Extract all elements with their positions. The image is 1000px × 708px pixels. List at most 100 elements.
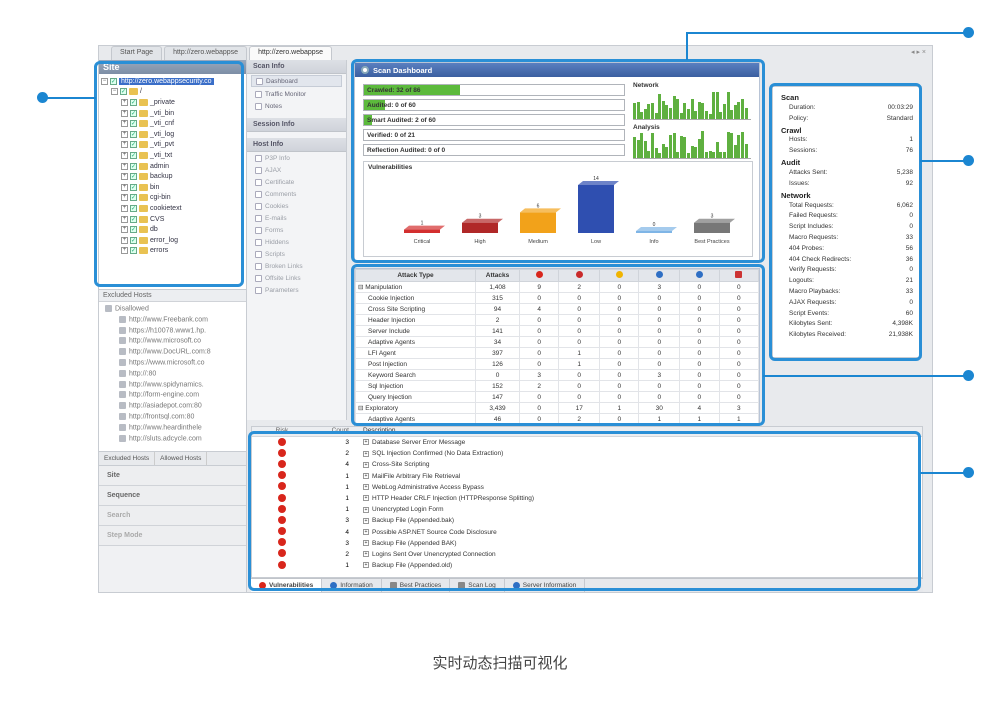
expand-icon[interactable]: + xyxy=(121,141,128,149)
tab-excluded-hosts[interactable]: Excluded Hosts xyxy=(99,452,156,465)
host-info-item[interactable]: Broken Links xyxy=(247,260,346,272)
host-info-item[interactable]: Offsite Links xyxy=(247,272,346,284)
tree-item[interactable]: + ✓ _vti_bin xyxy=(101,108,244,119)
tree-item[interactable]: + ✓ _vti_cnf xyxy=(101,118,244,129)
expand-icon[interactable]: + xyxy=(363,540,369,547)
log-row[interactable]: 1 + HTTP Header CRLF Injection (HTTPRespon… xyxy=(252,493,922,504)
checkbox-icon[interactable]: ✓ xyxy=(130,151,137,159)
tab-site-2[interactable]: http://zero.webappse xyxy=(249,46,333,60)
attack-row[interactable]: Header Injection 2 0 0 0 0 0 0 xyxy=(355,314,759,326)
tree-item[interactable]: + ✓ _vti_txt xyxy=(101,150,244,161)
attack-row[interactable]: Post Injection 126 0 1 0 0 0 0 xyxy=(355,358,759,370)
tab-vulnerabilities[interactable]: Vulnerabilities xyxy=(251,579,323,592)
tree-item[interactable]: + ✓ error_log xyxy=(101,235,244,246)
checkbox-icon[interactable]: ✓ xyxy=(130,204,137,212)
tab-server-information[interactable]: Server Information xyxy=(505,579,586,592)
host-info-item[interactable]: E-mails xyxy=(247,212,346,224)
tree-item[interactable]: + ✓ cgi-bin xyxy=(101,193,244,204)
severity-column-header[interactable] xyxy=(679,269,720,282)
tree-item[interactable]: + ✓ backup xyxy=(101,171,244,182)
attack-row[interactable]: Server Include 141 0 0 0 0 0 0 xyxy=(355,325,759,337)
tab-scan-log[interactable]: Scan Log xyxy=(450,579,505,592)
log-row[interactable]: 1 + Backup File (Appended.old) xyxy=(252,560,922,571)
log-row[interactable]: 2 + Logins Sent Over Unencrypted Connectio… xyxy=(252,549,922,560)
expand-icon[interactable]: + xyxy=(121,109,128,117)
host-info-item[interactable]: Cookies xyxy=(247,200,346,212)
tree-item[interactable]: + ✓ _private xyxy=(101,97,244,108)
expand-icon[interactable]: + xyxy=(363,517,369,524)
checkbox-icon[interactable]: ✓ xyxy=(130,215,137,223)
excluded-host-item[interactable]: http://sluts.adcycle.com xyxy=(105,434,240,446)
expand-icon[interactable]: + xyxy=(121,236,128,244)
checkbox-icon[interactable]: ✓ xyxy=(130,109,137,117)
window-controls[interactable]: ◂ ▸ × xyxy=(911,48,926,56)
log-row[interactable]: 2 + SQL Injection Confirmed (No Data Extra… xyxy=(252,448,922,459)
checkbox-icon[interactable]: ✓ xyxy=(130,236,137,244)
expand-icon[interactable]: + xyxy=(363,472,369,479)
expand-icon[interactable]: + xyxy=(121,130,128,138)
nav-search[interactable]: Search xyxy=(99,506,246,526)
expand-icon[interactable]: + xyxy=(121,194,128,202)
attack-row[interactable]: Keyword Search 0 3 0 0 3 0 0 xyxy=(355,369,759,381)
log-row[interactable]: 1 + Unencrypted Login Form xyxy=(252,504,922,515)
expand-icon[interactable]: + xyxy=(363,495,369,502)
tree-item[interactable]: + ✓ _vti_pvt xyxy=(101,140,244,151)
log-row[interactable]: 4 + Possible ASP.NET Source Code Disclosur… xyxy=(252,527,922,538)
excluded-host-item[interactable]: http://form-engine.com xyxy=(105,391,240,402)
col-count[interactable]: Count xyxy=(312,427,357,436)
checkbox-icon[interactable]: ✓ xyxy=(130,247,137,255)
checkbox-icon[interactable]: ✓ xyxy=(130,130,137,138)
attack-row[interactable]: Adaptive Agents 34 0 0 0 0 0 0 xyxy=(355,336,759,348)
attack-row[interactable]: Cross Site Scripting 94 4 0 0 0 0 0 xyxy=(355,303,759,315)
expand-icon[interactable]: + xyxy=(121,162,128,170)
host-info-item[interactable]: Forms xyxy=(247,224,346,236)
attack-row[interactable]: Query Injection 147 0 0 0 0 0 0 xyxy=(355,391,759,403)
excluded-host-item[interactable]: http://www.heardinthele xyxy=(105,423,240,435)
excluded-host-item[interactable]: http://www.Freebank.com xyxy=(105,315,240,327)
host-info-item[interactable]: P3P Info xyxy=(247,152,346,164)
checkbox-icon[interactable]: ✓ xyxy=(130,194,137,202)
severity-column-header[interactable] xyxy=(599,269,640,282)
excluded-host-item[interactable]: http://asiadepot.com:80 xyxy=(105,402,240,413)
expand-icon[interactable]: + xyxy=(121,247,128,255)
host-info-item[interactable]: Certificate xyxy=(247,176,346,188)
tree-item[interactable]: + ✓ CVS xyxy=(101,214,244,225)
nav-step-mode[interactable]: Step Mode xyxy=(99,526,246,546)
expand-icon[interactable]: + xyxy=(121,226,128,234)
attack-group-row[interactable]: ⊟ Exploratory 3,439 0 17 1 30 4 3 xyxy=(355,402,759,414)
expand-icon[interactable]: + xyxy=(121,98,128,106)
expand-icon[interactable]: + xyxy=(363,551,369,558)
attack-row[interactable]: LFI Agent 397 0 1 0 0 0 0 xyxy=(355,347,759,359)
log-row[interactable]: 4 + Cross-Site Scripting xyxy=(252,459,922,470)
host-info-item[interactable]: AJAX xyxy=(247,164,346,176)
checkbox-icon[interactable]: ✓ xyxy=(110,77,117,85)
expand-icon[interactable]: + xyxy=(363,506,369,513)
nav-site[interactable]: Site xyxy=(99,466,246,486)
expand-icon[interactable]: + xyxy=(363,439,369,446)
checkbox-icon[interactable]: ✓ xyxy=(130,183,137,191)
session-info-header[interactable]: Session Info xyxy=(247,118,346,132)
checkbox-icon[interactable]: ✓ xyxy=(130,141,137,149)
excluded-host-item[interactable]: http://www.microsoft.co xyxy=(105,337,240,348)
excluded-host-item[interactable]: http://www.spidynamics. xyxy=(105,380,240,392)
expand-icon[interactable]: + xyxy=(363,461,369,468)
host-info-item[interactable]: Parameters xyxy=(247,284,346,296)
attack-group-row[interactable]: ⊟ Manipulation 1,408 9 2 0 3 0 0 xyxy=(355,281,759,293)
tab-allowed-hosts[interactable]: Allowed Hosts xyxy=(155,452,208,465)
expand-icon[interactable]: + xyxy=(363,450,369,457)
info-traffic-monitor[interactable]: Traffic Monitor xyxy=(247,88,346,100)
excluded-host-item[interactable]: http://www.DocURL.com:8 xyxy=(105,348,240,359)
checkbox-icon[interactable]: ✓ xyxy=(130,226,137,234)
attack-row[interactable]: Sql Injection 152 2 0 0 0 0 0 xyxy=(355,380,759,392)
host-info-item[interactable]: Scripts xyxy=(247,248,346,260)
expand-icon[interactable]: + xyxy=(121,183,128,191)
expand-icon[interactable]: + xyxy=(121,173,128,181)
col-risk[interactable]: Risk xyxy=(252,427,312,436)
checkbox-icon[interactable]: ✓ xyxy=(130,173,137,181)
tree-root-folder[interactable]: − ✓ / xyxy=(101,87,244,98)
collapse-icon[interactable]: − xyxy=(111,88,118,96)
attack-row[interactable]: Cookie Injection 315 0 0 0 0 0 0 xyxy=(355,292,759,304)
log-row[interactable]: 3 + Backup File (Appended BAK) xyxy=(252,538,922,549)
expand-icon[interactable]: + xyxy=(121,215,128,223)
disallowed-group[interactable]: Disallowed xyxy=(105,305,240,316)
